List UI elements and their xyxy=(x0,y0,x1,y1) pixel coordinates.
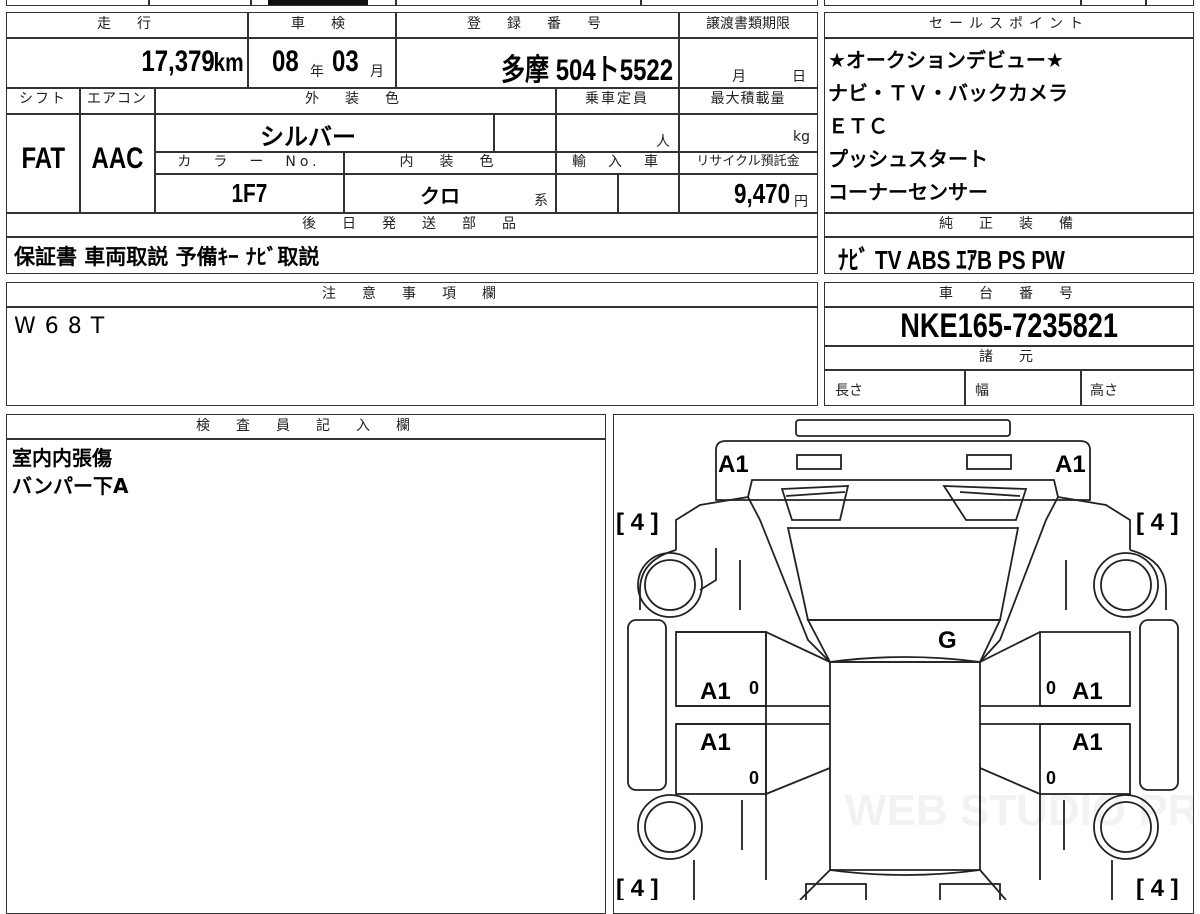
header-genuine-equipment: 純 正 装 備 xyxy=(939,216,1079,232)
tire-bracket-top-right: [ 4 ] xyxy=(1136,509,1179,536)
damage-label-right-front-door: A1 xyxy=(1072,678,1103,705)
zero-mark: 0 xyxy=(749,678,759,698)
header-shift: シフト xyxy=(19,91,67,107)
sales-point-item: コーナーセンサー xyxy=(828,180,988,204)
later-parts-value: 保証書 車両取説 予備ｷｰ ﾅﾋﾞ取説 xyxy=(14,245,320,269)
max-load-unit: kg xyxy=(793,129,810,145)
sales-point-item: ★オークションデビュー★ xyxy=(828,48,1064,72)
sales-point-item: ナビ・ＴＶ・バックカメラ xyxy=(828,81,1068,105)
top-strip xyxy=(0,0,1200,7)
chassis-no-value: NKE165-7235821 xyxy=(900,307,1118,345)
header-aircon: エアコン xyxy=(87,91,147,107)
header-specs: 諸 元 xyxy=(979,349,1039,365)
header-interior-color: 内 装 色 xyxy=(399,154,500,170)
color-no-value: 1F7 xyxy=(231,178,267,208)
header-mileage: 走 行 xyxy=(97,16,157,32)
header-registration: 登 録 番 号 xyxy=(467,16,607,32)
recycle-value: 9,470 xyxy=(733,178,790,209)
header-recycle: リサイクル預託金 xyxy=(696,154,800,169)
header-color-no: カ ラ ー No. xyxy=(177,154,321,170)
mileage-value: 17,379km xyxy=(141,45,244,78)
header-exterior-color: 外 装 色 xyxy=(305,91,405,107)
tire-bracket-bottom-right: [ 4 ] xyxy=(1136,875,1179,900)
aircon-value: AAC xyxy=(91,142,143,175)
header-chassis-no: 車 台 番 号 xyxy=(939,286,1079,302)
header-inspector: 検 査 員 記 入 欄 xyxy=(196,418,416,434)
sales-point-item: ＥＴＣ xyxy=(828,114,888,138)
zero-mark: 0 xyxy=(749,768,759,788)
genuine-equipment-value: ﾅﾋﾞ TV ABS ｴｱB PS PW xyxy=(838,245,1065,275)
zero-mark: 0 xyxy=(1046,678,1056,698)
spec-length: 長さ xyxy=(835,383,863,399)
sales-points-list: ★オークションデビュー★ ナビ・ＴＶ・バックカメラ ＥＴＣ プッシュスタート コ… xyxy=(828,44,1188,209)
zero-mark: 0 xyxy=(1046,768,1056,788)
capacity-unit: 人 xyxy=(656,134,670,150)
header-later-parts: 後 日 発 送 部 品 xyxy=(302,216,522,232)
inspection-value: 08 年 03 月 xyxy=(272,45,384,80)
tire-bracket-bottom-left: [ 4 ] xyxy=(616,875,659,900)
exterior-color-value: シルバー xyxy=(260,123,356,151)
shift-value: FAT xyxy=(21,142,65,175)
sales-point-item: プッシュスタート xyxy=(828,147,988,171)
damage-label-windshield: G xyxy=(938,627,957,654)
damage-label-front-right: A1 xyxy=(1055,451,1086,478)
notes-value: W68T xyxy=(14,314,114,339)
registration-value: 多摩 504ト5522 xyxy=(500,54,673,87)
header-import: 輸 入 車 xyxy=(572,154,662,170)
tire-bracket-top-left: [ 4 ] xyxy=(616,509,659,536)
damage-label-left-rear-door: A1 xyxy=(700,729,731,756)
recycle-unit: 円 xyxy=(794,194,808,210)
interior-color-value: クロ xyxy=(420,184,460,208)
damage-label-front-left: A1 xyxy=(718,451,749,478)
inspector-line-2: バンパー下A xyxy=(12,474,129,498)
car-diagram: WEB STUDIO PRO A1 A1 G A1 A1 A1 A1 [ 4 ]… xyxy=(616,419,1193,900)
interior-suffix: 系 xyxy=(534,193,548,209)
transfer-day: 日 xyxy=(792,69,806,85)
transfer-month: 月 xyxy=(732,69,746,85)
spec-width: 幅 xyxy=(975,383,989,399)
watermark: WEB STUDIO PRO xyxy=(845,786,1193,835)
header-notes: 注 意 事 項 欄 xyxy=(322,286,502,302)
header-inspection: 車 検 xyxy=(291,16,351,32)
header-capacity: 乗車定員 xyxy=(585,91,649,107)
inspector-line-1: 室内内張傷 xyxy=(12,446,112,470)
damage-label-right-rear-door: A1 xyxy=(1072,729,1103,756)
header-sales-points: セールスポイント xyxy=(929,16,1089,32)
damage-label-left-front-door: A1 xyxy=(700,678,731,705)
header-max-load: 最大積載量 xyxy=(710,91,786,107)
spec-height: 高さ xyxy=(1090,383,1118,399)
header-transfer-deadline: 譲渡書類期限 xyxy=(706,16,790,32)
